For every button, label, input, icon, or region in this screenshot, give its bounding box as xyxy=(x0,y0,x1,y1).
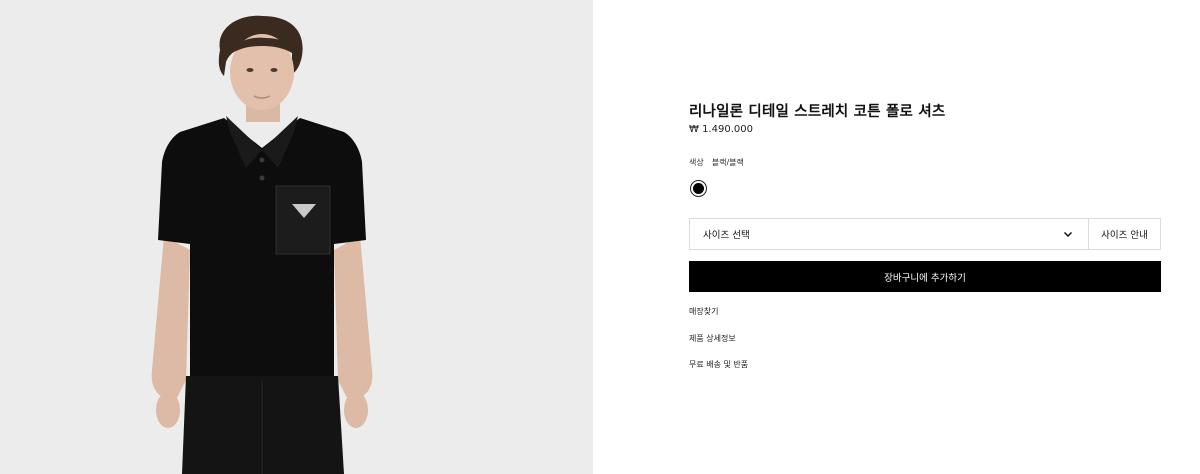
size-select-dropdown[interactable]: 사이즈 선택 xyxy=(690,219,1089,249)
swatch-dot xyxy=(693,183,704,194)
add-to-cart-button[interactable]: 장바구니에 추가하기 xyxy=(689,261,1161,292)
product-details: 리나일론 디테일 스트레치 코튼 폴로 셔츠 ₩ 1.490.000 색상 블랙… xyxy=(689,0,1161,474)
chevron-down-icon xyxy=(1063,231,1073,238)
product-page: 리나일론 디테일 스트레치 코튼 폴로 셔츠 ₩ 1.490.000 색상 블랙… xyxy=(0,0,1200,474)
size-select-label: 사이즈 선택 xyxy=(703,230,750,241)
color-label: 색상 xyxy=(689,158,704,167)
color-value: 블랙/블랙 xyxy=(711,158,744,167)
product-title: 리나일론 디테일 스트레치 코튼 폴로 셔츠 xyxy=(689,104,946,120)
product-price: ₩ 1.490.000 xyxy=(689,124,753,135)
product-image[interactable] xyxy=(0,0,593,474)
store-locator-link[interactable]: 매장찾기 xyxy=(689,306,718,317)
product-details-link[interactable]: 제품 상세정보 xyxy=(689,333,736,344)
size-row: 사이즈 선택 사이즈 안내 xyxy=(689,218,1161,250)
color-info: 색상 블랙/블랙 xyxy=(689,157,744,168)
size-guide-button[interactable]: 사이즈 안내 xyxy=(1089,219,1160,249)
color-swatch-black[interactable] xyxy=(690,180,707,197)
model-wearing-polo-image xyxy=(151,15,373,474)
free-shipping-returns-link[interactable]: 무료 배송 및 반품 xyxy=(689,359,748,370)
